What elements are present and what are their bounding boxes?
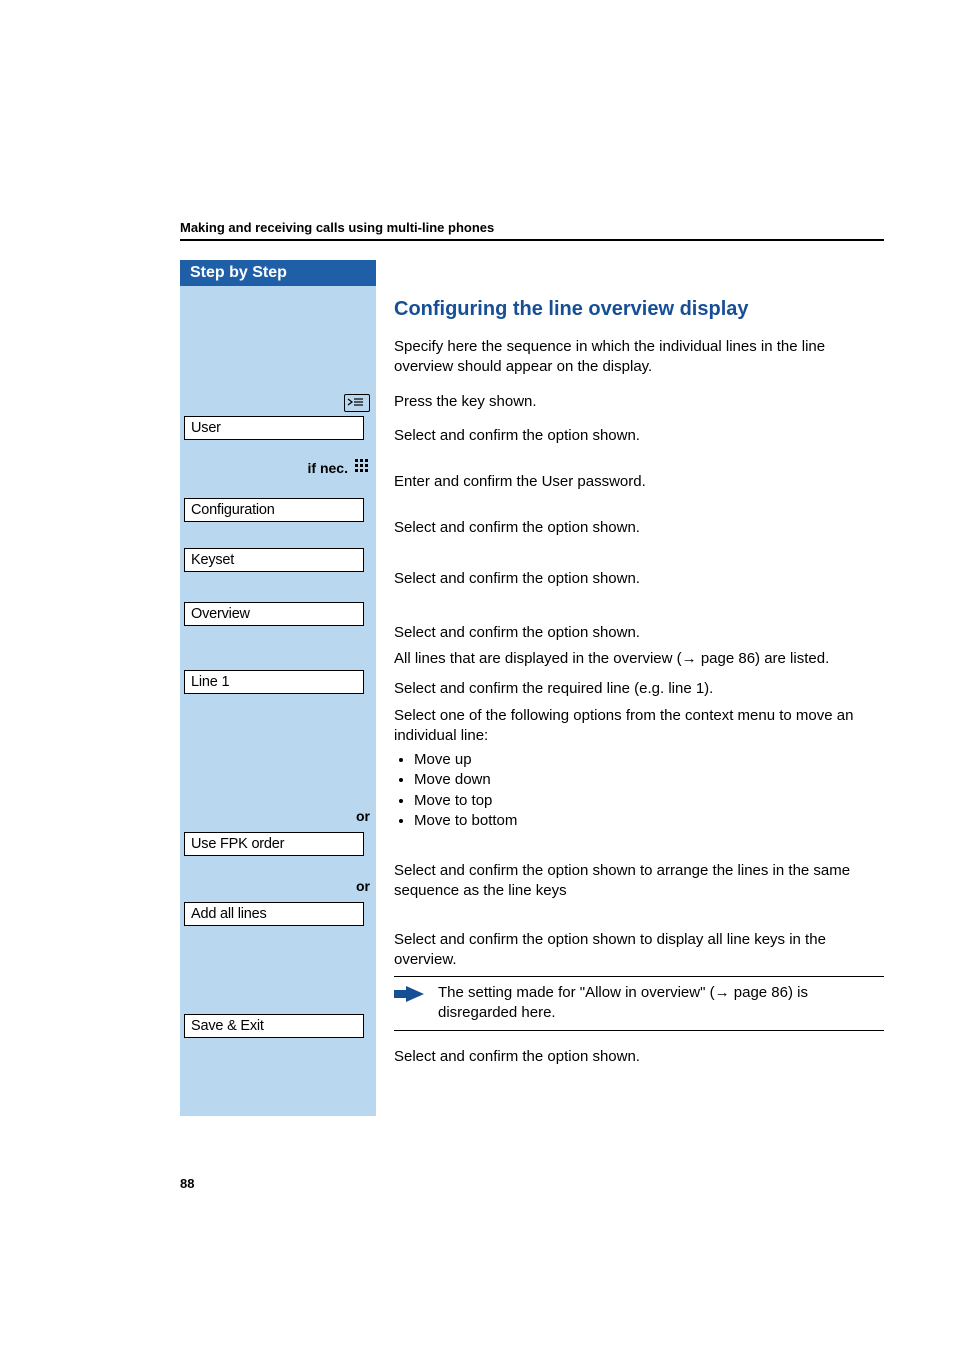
use-fpk-desc: Select and confirm the option shown to a… <box>394 861 884 902</box>
list-item: Move to top <box>414 791 884 811</box>
if-nec-label: if nec. <box>308 460 348 476</box>
menu-overview: Overview <box>184 602 364 626</box>
menu-save-exit: Save & Exit <box>184 1014 364 1038</box>
menu-keyset: Keyset <box>184 548 364 572</box>
menu-add-all: Add all lines <box>184 902 364 926</box>
page-number: 88 <box>180 1176 194 1191</box>
note-text: The setting made for "Allow in overview"… <box>438 983 884 1024</box>
all-lines-text: All lines that are displayed in the over… <box>394 649 884 669</box>
menu-key-icon <box>344 394 370 412</box>
sidebar-header-text: Step by Step <box>190 264 287 281</box>
menu-save-exit-text: Save & Exit <box>191 1018 264 1034</box>
section-title: Configuring the line overview display <box>394 296 884 323</box>
menu-configuration: Configuration <box>184 498 364 522</box>
menu-line1: Line 1 <box>184 670 364 694</box>
list-item: Move up <box>414 750 884 770</box>
menu-configuration-text: Configuration <box>191 502 275 518</box>
menu-keyset-text: Keyset <box>191 552 234 568</box>
note-box: The setting made for "Allow in overview"… <box>394 976 884 1031</box>
main-column: Configuring the line overview display Sp… <box>376 260 884 1081</box>
list-item: Move down <box>414 770 884 790</box>
keypad-icon <box>354 458 370 477</box>
sidebar-column: User if nec. <box>180 286 376 1116</box>
arrow-icon: → <box>682 650 697 667</box>
move-options-list: Move up Move down Move to top Move to bo… <box>394 750 884 831</box>
menu-user: User <box>184 416 364 440</box>
menu-add-all-text: Add all lines <box>191 906 267 922</box>
or-label-2: or <box>356 878 370 894</box>
press-key-text: Press the key shown. <box>394 392 884 412</box>
running-head-text: Making and receiving calls using multi-l… <box>180 220 494 235</box>
or-label-1: or <box>356 808 370 824</box>
add-all-desc: Select and confirm the option shown to d… <box>394 930 884 971</box>
select-save-exit-text: Select and confirm the option shown. <box>394 1047 884 1067</box>
running-head: Making and receiving calls using multi-l… <box>180 220 884 241</box>
select-line1-text: Select and confirm the required line (e.… <box>394 679 884 699</box>
select-overview-text: Select and confirm the option shown. <box>394 623 884 643</box>
menu-user-text: User <box>191 420 221 436</box>
select-config-text: Select and confirm the option shown. <box>394 518 884 538</box>
sidebar-header: Step by Step <box>180 260 376 286</box>
select-user-text: Select and confirm the option shown. <box>394 426 884 446</box>
menu-line1-text: Line 1 <box>191 674 229 690</box>
arrow-icon: → <box>715 984 730 1001</box>
note-arrow-icon <box>394 983 428 1005</box>
list-item: Move to bottom <box>414 811 884 831</box>
select-keyset-text: Select and confirm the option shown. <box>394 569 884 589</box>
menu-use-fpk-text: Use FPK order <box>191 836 284 852</box>
enter-password-text: Enter and confirm the User password. <box>394 472 884 492</box>
menu-overview-text: Overview <box>191 606 250 622</box>
menu-use-fpk: Use FPK order <box>184 832 364 856</box>
context-intro-text: Select one of the following options from… <box>394 706 884 747</box>
intro-text: Specify here the sequence in which the i… <box>394 337 884 378</box>
